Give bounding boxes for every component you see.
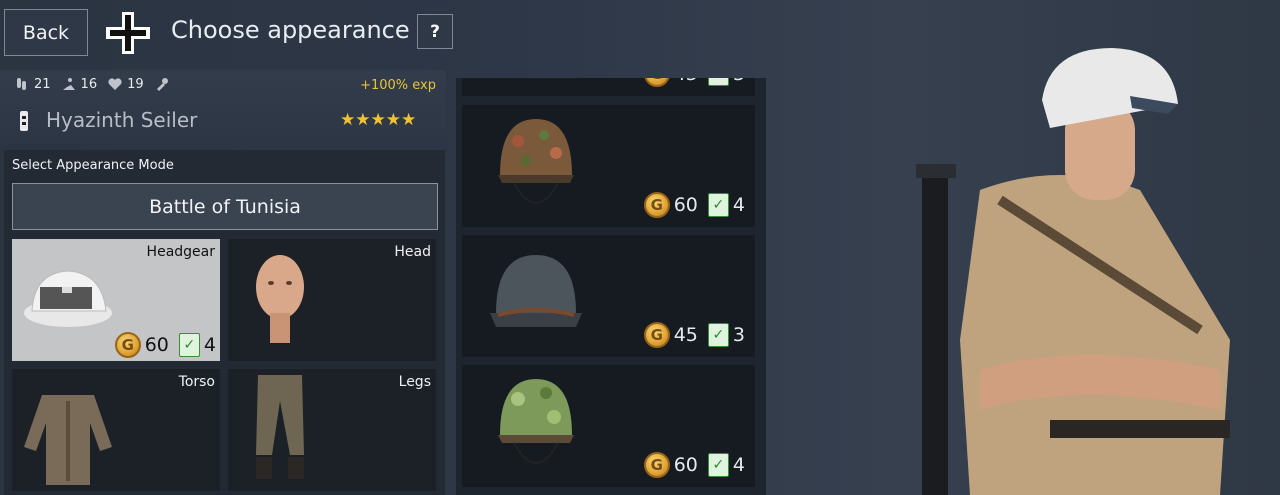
tunic-icon (24, 395, 112, 485)
star-rating: ★★★★★ (340, 110, 417, 130)
soldier-card: 21 16 19 +100% exp Hyazinth Seiler ★★★★★ (0, 70, 446, 144)
slot-torso[interactable]: Torso (12, 369, 220, 491)
ammo-icon (17, 78, 26, 90)
gold-coin-icon: G (643, 78, 670, 87)
rank-icon (20, 111, 28, 131)
slot-title: Torso (178, 374, 215, 390)
ticket-icon: ✓ (707, 193, 729, 217)
item-price: G 45 ✓ 3 (643, 78, 745, 87)
stat-value: 19 (127, 76, 144, 92)
slot-headgear[interactable]: Headgear G 60 ✓ 4 (12, 239, 220, 361)
price-value: 60 (144, 334, 169, 356)
green-camo-helmet-icon (498, 379, 574, 464)
heart-icon (108, 78, 122, 90)
gold-coin-icon: G (114, 332, 141, 358)
ticket-value: 4 (732, 454, 745, 476)
ticket-value: 3 (733, 78, 745, 85)
list-item[interactable]: G 45 ✓ 3 (462, 235, 755, 357)
price-value: 45 (673, 324, 698, 346)
list-item[interactable]: G 60 ✓ 4 (462, 365, 755, 487)
price-value: 60 (673, 454, 698, 476)
slot-title: Legs (398, 374, 431, 390)
page-title: Choose appearance (171, 16, 410, 44)
back-button[interactable]: Back (4, 9, 88, 56)
item-list[interactable]: G 45 ✓ 3 G 60 ✓ 4 G 45 ✓ 3 (456, 78, 766, 495)
ticket-icon: ✓ (178, 333, 200, 357)
slot-price: G 60 ✓ 4 (114, 332, 216, 358)
slot-legs[interactable]: Legs (228, 369, 436, 491)
exp-bonus: +100% exp (360, 78, 436, 93)
slot-title: Head (394, 244, 431, 260)
gold-coin-icon: G (643, 322, 670, 348)
head-portrait-icon (256, 255, 304, 343)
winter-cap-icon (24, 270, 112, 327)
list-item[interactable]: G 45 ✓ 3 (462, 78, 755, 96)
stat-value: 16 (80, 76, 98, 92)
ticket-icon: ✓ (707, 453, 729, 477)
ticket-value: 4 (732, 194, 745, 216)
soldier-name: Hyazinth Seiler (46, 108, 198, 132)
appearance-mode-select[interactable]: Battle of Tunisia (12, 183, 438, 230)
ticket-value: 4 (203, 334, 216, 356)
ticket-icon: ✓ (707, 78, 729, 86)
slot-title: Headgear (146, 244, 215, 260)
price-value: 45 (674, 78, 698, 85)
stat-value: 21 (34, 76, 51, 92)
gold-coin-icon: G (643, 452, 670, 478)
slot-head[interactable]: Head (228, 239, 436, 361)
item-price: G 60 ✓ 4 (643, 452, 745, 478)
soldier-preview (916, 48, 1230, 495)
mode-label: Select Appearance Mode (12, 158, 174, 173)
soldier-stats: 21 16 19 (14, 76, 170, 92)
balkenkreuz-icon (106, 12, 150, 54)
gold-coin-icon: G (643, 192, 670, 218)
camo-helmet-icon (498, 119, 574, 204)
item-price: G 60 ✓ 4 (643, 192, 745, 218)
appearance-panel: Select Appearance Mode Battle of Tunisia… (4, 150, 445, 495)
steel-helmet-icon (490, 255, 582, 327)
ticket-value: 3 (732, 324, 745, 346)
price-value: 60 (673, 194, 698, 216)
item-price: G 45 ✓ 3 (643, 322, 745, 348)
wrench-icon (156, 78, 168, 91)
trousers-icon (256, 375, 304, 479)
ticket-icon: ✓ (707, 323, 729, 347)
help-button[interactable]: ? (417, 14, 453, 49)
list-item[interactable]: G 60 ✓ 4 (462, 105, 755, 227)
running-soldier-icon (62, 78, 75, 90)
